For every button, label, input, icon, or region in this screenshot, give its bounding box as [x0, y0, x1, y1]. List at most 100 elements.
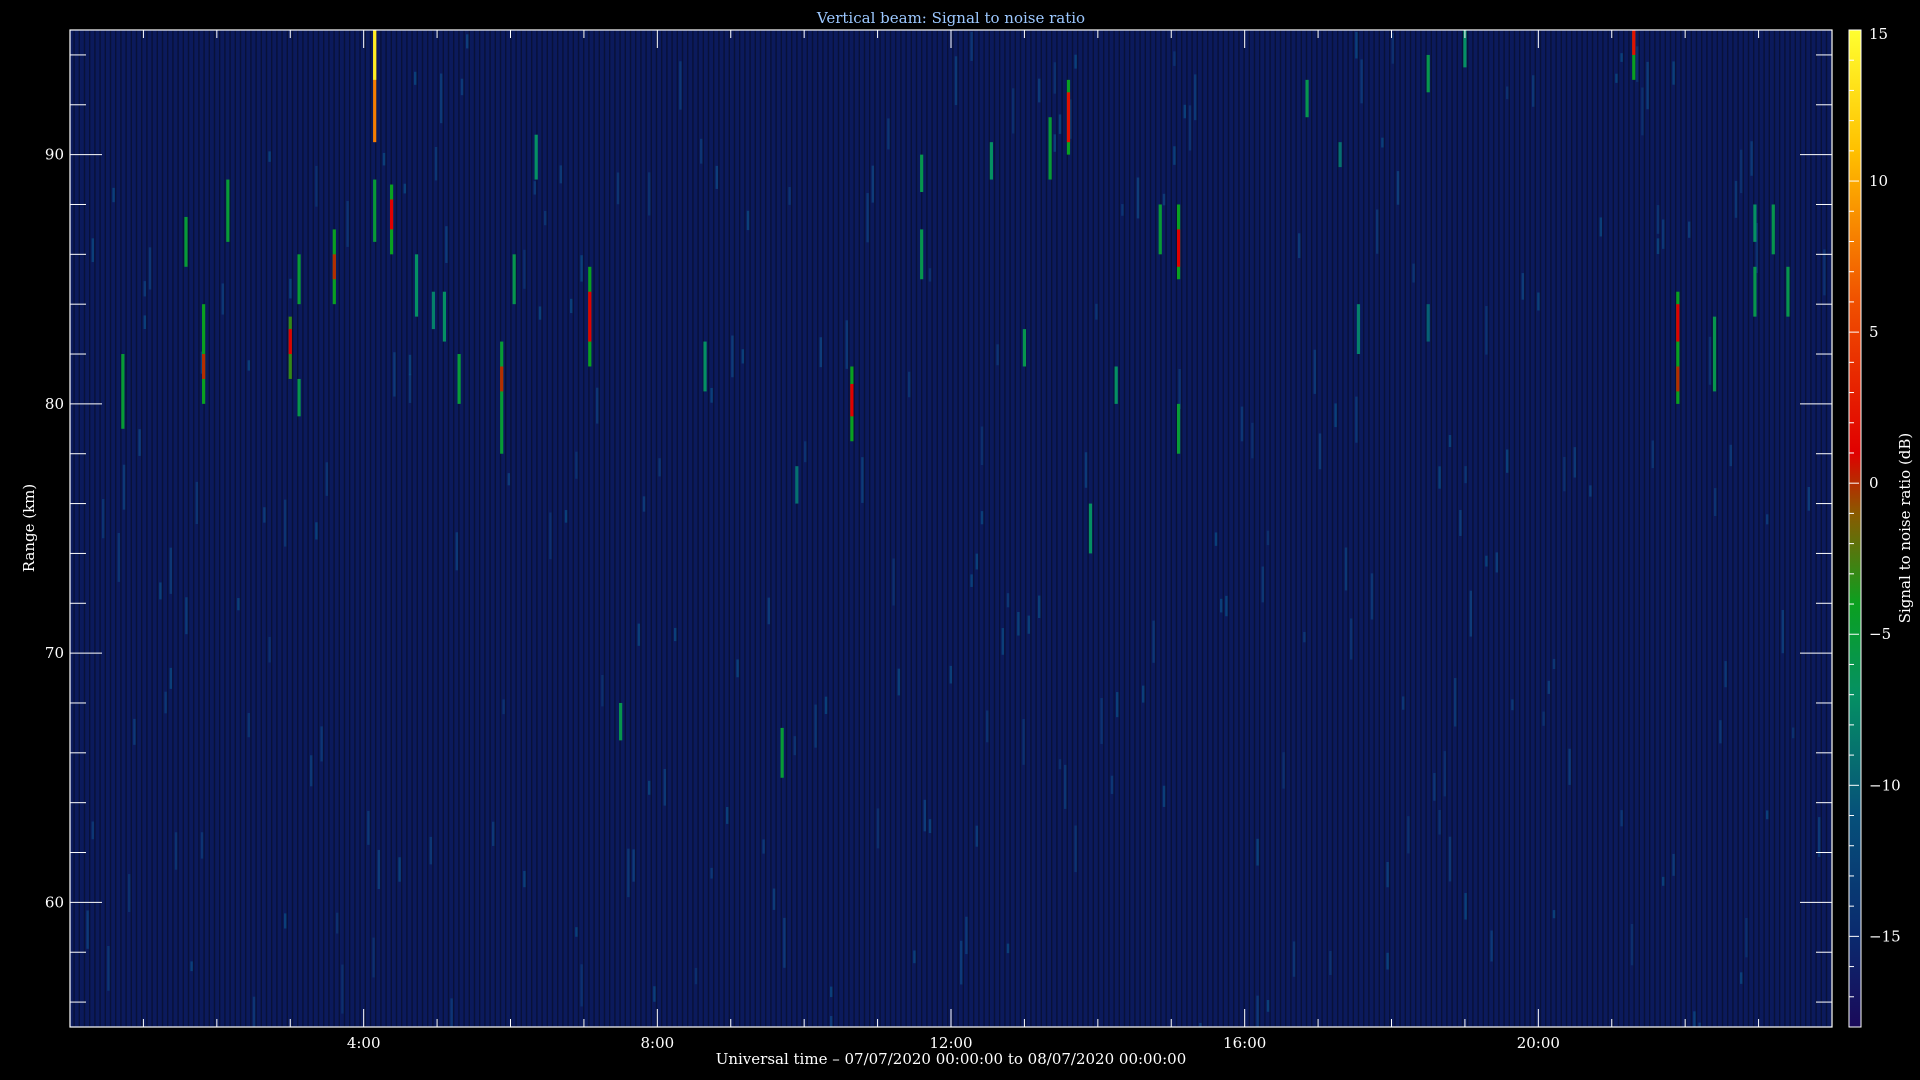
noise-speckle — [128, 874, 131, 913]
noise-speckle — [408, 354, 412, 376]
noise-speckle — [1688, 221, 1691, 238]
echo-mark — [121, 354, 125, 429]
noise-column-gap — [359, 30, 361, 1027]
noise-speckle — [450, 998, 453, 1027]
noise-column-gap — [811, 30, 814, 1027]
noise-column-gap — [1342, 30, 1344, 1027]
echo-mark — [389, 199, 394, 230]
noise-speckle — [315, 165, 318, 207]
noise-speckle — [700, 138, 703, 164]
noise-speckle — [679, 61, 682, 110]
noise-column-gap — [957, 30, 959, 1027]
noise-speckle — [965, 916, 968, 955]
noise-column-gap — [593, 30, 595, 1027]
echo-mark — [414, 254, 419, 317]
noise-column-gap — [749, 30, 751, 1027]
noise-column-gap — [1004, 30, 1006, 1027]
noise-column-gap — [681, 30, 684, 1027]
noise-column-gap — [94, 30, 96, 1027]
noise-speckle — [372, 937, 375, 978]
noise-column-gap — [858, 30, 860, 1027]
noise-column-gap — [1493, 30, 1495, 1027]
noise-column-gap — [317, 30, 320, 1027]
noise-column-gap — [1383, 30, 1386, 1027]
echo-mark — [1712, 316, 1717, 392]
noise-speckle — [830, 986, 833, 998]
noise-column-gap — [229, 30, 231, 1027]
y-axis-label: Range (km) — [20, 484, 38, 573]
noise-column-gap — [1545, 30, 1547, 1027]
noise-column-gap — [1586, 30, 1588, 1027]
noise-speckle — [1823, 249, 1826, 296]
noise-column-gap — [1019, 30, 1022, 1027]
noise-speckle — [1017, 611, 1020, 636]
echo-mark — [1786, 266, 1790, 317]
noise-speckle — [221, 283, 224, 315]
noise-column-gap — [1108, 30, 1110, 1027]
noise-column-gap — [515, 30, 517, 1027]
noise-speckle — [648, 172, 651, 216]
noise-speckle — [1012, 88, 1015, 134]
echo-mark — [288, 329, 292, 355]
noise-column-gap — [1066, 30, 1068, 1027]
noise-speckle — [1199, 1022, 1202, 1027]
noise-speckle — [1064, 764, 1067, 809]
noise-column-gap — [468, 30, 470, 1027]
noise-speckle — [1053, 134, 1056, 152]
noise-column-gap — [541, 30, 543, 1027]
noise-speckle — [1407, 816, 1410, 854]
noise-speckle — [746, 210, 750, 231]
x-tick-label: 8:00 — [640, 1034, 674, 1052]
noise-speckle — [1438, 809, 1441, 835]
noise-column-gap — [848, 30, 850, 1027]
echo-mark — [1114, 366, 1118, 404]
noise-column-gap — [1264, 30, 1266, 1027]
echo-mark — [457, 354, 461, 404]
noise-speckle — [1142, 685, 1145, 703]
noise-column-gap — [1513, 30, 1516, 1027]
noise-column-gap — [1773, 30, 1776, 1027]
noise-column-gap — [1737, 30, 1739, 1027]
noise-column-gap — [161, 30, 164, 1027]
echo-mark — [989, 142, 993, 180]
noise-column-gap — [1420, 30, 1422, 1027]
noise-speckle — [954, 56, 958, 106]
noise-column-gap — [983, 30, 985, 1027]
noise-column-gap — [1040, 30, 1042, 1027]
noise-column-gap — [1357, 30, 1360, 1027]
noise-speckle — [169, 667, 172, 689]
noise-column-gap — [1071, 30, 1074, 1027]
noise-column-gap — [1326, 30, 1328, 1027]
noise-speckle — [726, 806, 729, 824]
noise-speckle — [1370, 573, 1374, 620]
noise-column-gap — [1576, 30, 1578, 1027]
noise-column-gap — [837, 30, 840, 1027]
noise-column-gap — [349, 30, 351, 1027]
noise-column-gap — [801, 30, 803, 1027]
noise-speckle — [980, 511, 984, 525]
noise-speckle — [564, 510, 568, 523]
noise-column-gap — [1435, 30, 1438, 1027]
noise-column-gap — [1014, 30, 1016, 1027]
noise-speckle — [1162, 193, 1166, 206]
noise-column-gap — [1742, 30, 1744, 1027]
noise-column-gap — [297, 30, 299, 1027]
noise-speckle — [1792, 727, 1795, 739]
noise-speckle — [1136, 177, 1140, 219]
noise-speckle — [1750, 141, 1753, 176]
noise-speckle — [1350, 618, 1353, 660]
noise-speckle — [112, 187, 115, 203]
noise-speckle — [824, 696, 828, 714]
noise-speckle — [575, 927, 578, 937]
noise-column-gap — [1695, 30, 1698, 1027]
echo-mark — [442, 291, 447, 342]
noise-column-gap — [385, 30, 387, 1027]
noise-speckle — [1563, 456, 1566, 492]
noise-column-gap — [432, 30, 434, 1027]
noise-speckle — [632, 849, 635, 882]
noise-speckle — [263, 507, 266, 523]
noise-speckle — [1589, 485, 1592, 497]
noise-column-gap — [557, 30, 559, 1027]
noise-speckle — [1053, 62, 1056, 94]
noise-speckle — [575, 451, 578, 479]
